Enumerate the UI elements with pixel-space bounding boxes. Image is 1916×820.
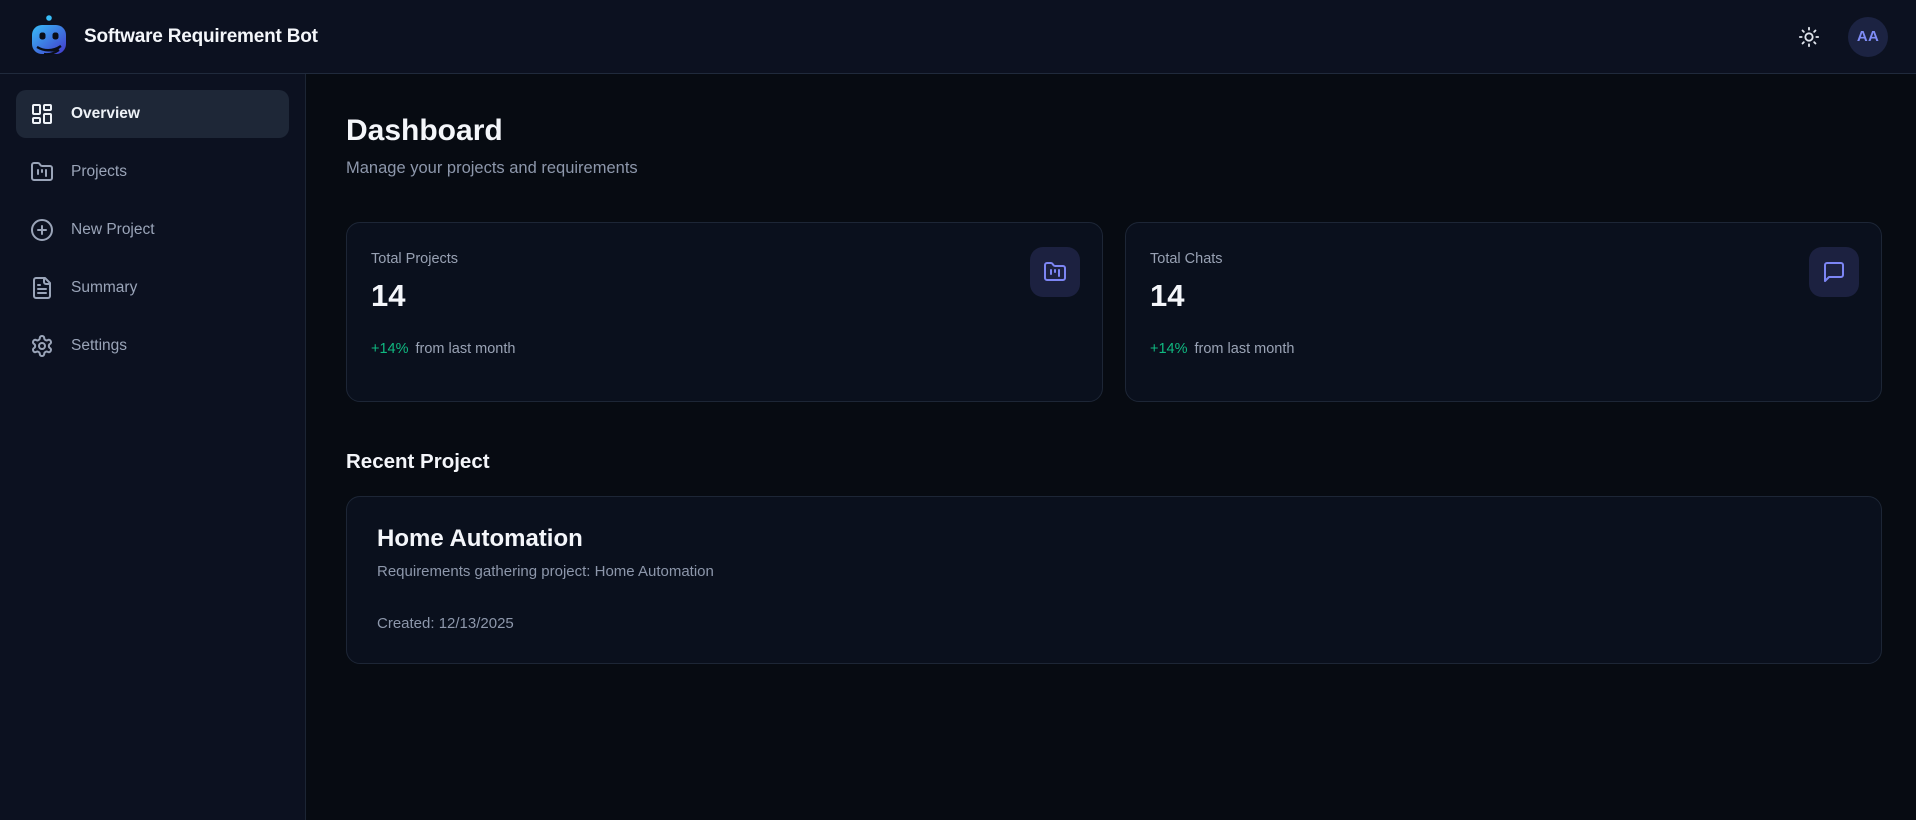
project-description: Requirements gathering project: Home Aut… [377, 562, 714, 580]
stat-delta-suffix: from last month [1194, 340, 1295, 357]
stat-footer: +14% from last month [371, 341, 1078, 357]
sidebar-item-label: Overview [71, 105, 140, 122]
folder-kanban-icon [1044, 261, 1066, 281]
circle-plus-icon [31, 219, 53, 241]
sidebar-item-label: New Project [71, 221, 155, 238]
stat-label: Total Projects [371, 250, 459, 267]
avatar[interactable]: AA [1848, 16, 1888, 57]
project-title: Home Automation [377, 524, 583, 552]
header-actions: AA [1792, 16, 1888, 57]
stat-delta-suffix: from last month [415, 340, 516, 357]
stat-footer: +14% from last month [1150, 341, 1857, 357]
message-square-icon [1824, 261, 1844, 282]
sidebar-item-new-project[interactable]: New Project [16, 206, 289, 254]
robot-logo-icon [32, 14, 66, 55]
app-logo: Software Requirement Bot [28, 14, 318, 60]
stat-icon-container [1809, 246, 1859, 297]
recent-project-card[interactable]: Home Automation Requirements gathering p… [346, 495, 1882, 664]
app-title: Software Requirement Bot [84, 25, 318, 47]
page-title: Dashboard [346, 114, 503, 147]
stat-card-total-chats: Total Chats 14 +14% from last month [1125, 221, 1882, 402]
stat-delta: +14% [371, 340, 409, 357]
app-header: Software Requirement Bot AA [0, 0, 1916, 74]
sidebar-item-label: Settings [71, 337, 128, 354]
theme-toggle-button[interactable] [1792, 20, 1826, 54]
sidebar-item-projects[interactable]: Projects [16, 148, 289, 196]
recent-project-heading: Recent Project [346, 449, 490, 473]
sidebar-item-settings[interactable]: Settings [16, 322, 289, 370]
stat-card-total-projects: Total Projects 14 +14% from last month [346, 221, 1103, 402]
page-subtitle: Manage your projects and requirements [346, 158, 638, 177]
stats-grid: Total Projects 14 +14% from last month To… [346, 221, 1882, 402]
main-content: Dashboard Manage your projects and requi… [306, 74, 1916, 820]
sidebar: Overview Projects New Project Summary Se… [0, 74, 306, 820]
sidebar-item-label: Summary [71, 279, 138, 296]
stat-value: 14 [371, 277, 406, 313]
folder-kanban-icon [31, 162, 53, 181]
file-text-icon [33, 277, 51, 299]
stat-label: Total Chats [1150, 250, 1223, 267]
stat-icon-container [1030, 246, 1080, 297]
sidebar-item-overview[interactable]: Overview [16, 90, 289, 138]
stat-delta: +14% [1150, 340, 1188, 357]
project-created-date: Created: 12/13/2025 [377, 614, 514, 632]
sun-icon [1798, 26, 1820, 47]
gear-icon [32, 335, 52, 357]
sidebar-item-summary[interactable]: Summary [16, 264, 289, 312]
stat-value: 14 [1150, 277, 1185, 313]
sidebar-item-label: Projects [71, 163, 127, 180]
layout-dashboard-icon [32, 104, 52, 124]
